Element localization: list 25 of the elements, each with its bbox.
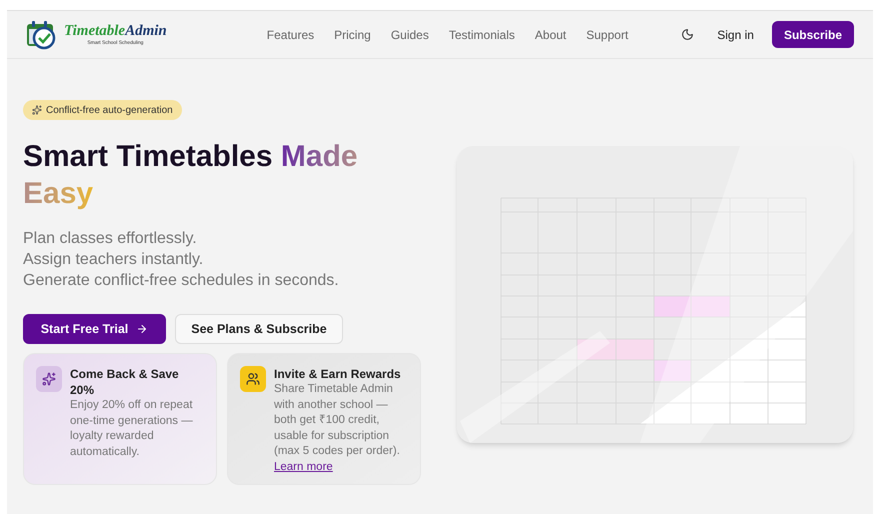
sparkle-icon	[36, 366, 62, 392]
nav-link[interactable]: About	[534, 26, 566, 44]
subscribe-button[interactable]: Subscribe	[772, 21, 854, 48]
hero-subtitle-line: Assign teachers instantly.	[23, 250, 204, 270]
card-text: Enjoy 20% off on repeat one-time generations — loyalty rewarded automatically.	[70, 398, 194, 460]
sign-in-link[interactable]: Sign in	[717, 26, 754, 44]
card-title: Come Back & Save 20%	[70, 366, 180, 398]
start-trial-button[interactable]: Start Free Trial	[23, 314, 166, 344]
card-text: Share Timetable Admin with another school — both get ₹100 credit, usable for subscription (max 5 codes per order).	[274, 382, 401, 459]
feature-badge: Conflict-free auto-generation	[23, 100, 182, 120]
learn-more-link[interactable]: Learn more	[274, 460, 333, 475]
people-icon	[240, 366, 266, 392]
nav-link[interactable]: Features	[266, 26, 314, 44]
nav-link[interactable]: Pricing	[334, 26, 371, 44]
arrow-right-icon	[136, 323, 148, 335]
dark-mode-icon[interactable]	[681, 28, 694, 41]
card-title: Invite & Earn Rewards	[274, 366, 402, 382]
hero-subtitle-line: Generate conflict-free schedules in seconds.	[23, 271, 340, 291]
nav-link[interactable]: Support	[586, 26, 628, 44]
sparkle-icon	[32, 105, 42, 115]
nav-link[interactable]: Testimonials	[448, 26, 515, 44]
hero-subtitle-line: Plan classes effortlessly.	[23, 229, 198, 249]
logo-wordmark[interactable]: TimetableAdmin	[64, 24, 167, 38]
nav-link[interactable]: Guides	[390, 26, 429, 44]
see-plans-button[interactable]: See Plans & Subscribe	[175, 314, 343, 344]
